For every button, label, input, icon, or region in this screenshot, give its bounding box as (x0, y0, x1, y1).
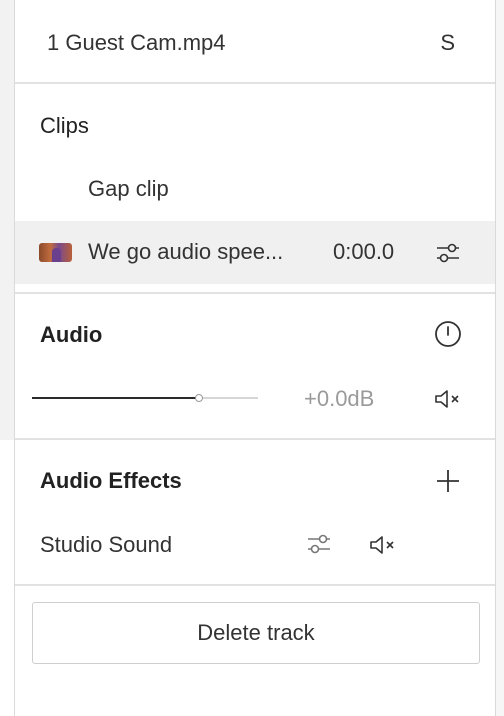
track-properties-panel: 1 Guest Cam.mp4 S Clips Gap clip We go a… (14, 0, 496, 716)
clip-thumbnail (39, 243, 72, 262)
divider (15, 584, 495, 586)
volume-slider-fill (32, 397, 200, 399)
right-background (496, 0, 504, 716)
divider (15, 292, 495, 294)
effect-studio-sound: Studio Sound (40, 532, 173, 557)
left-background (0, 0, 14, 440)
volume-slider-thumb[interactable] (195, 394, 204, 402)
effect-settings-icon[interactable] (306, 531, 332, 557)
mute-icon[interactable] (433, 387, 465, 411)
divider (15, 82, 495, 84)
divider (15, 438, 495, 440)
effect-mute-icon[interactable] (368, 533, 400, 557)
clip-row-selected[interactable]: We go audio spee... 0:00.0 (15, 221, 495, 284)
track-shortcut-key: S (440, 30, 455, 55)
audio-effects-section-title: Audio Effects (40, 468, 182, 493)
delete-track-button[interactable]: Delete track (32, 602, 480, 664)
clips-section-title: Clips (40, 113, 89, 138)
volume-slider[interactable] (32, 394, 258, 402)
audio-section-title: Audio (40, 322, 103, 347)
add-effect-icon[interactable] (434, 467, 462, 495)
clip-name: We go audio spee... (88, 239, 284, 264)
timer-icon[interactable] (433, 319, 463, 349)
track-file-name: 1 Guest Cam.mp4 (47, 30, 226, 55)
adjustments-icon[interactable] (435, 240, 461, 266)
gap-clip-item[interactable]: Gap clip (88, 176, 169, 202)
clip-time: 0:00.0 (333, 239, 395, 264)
gain-value: +0.0dB (304, 386, 375, 411)
